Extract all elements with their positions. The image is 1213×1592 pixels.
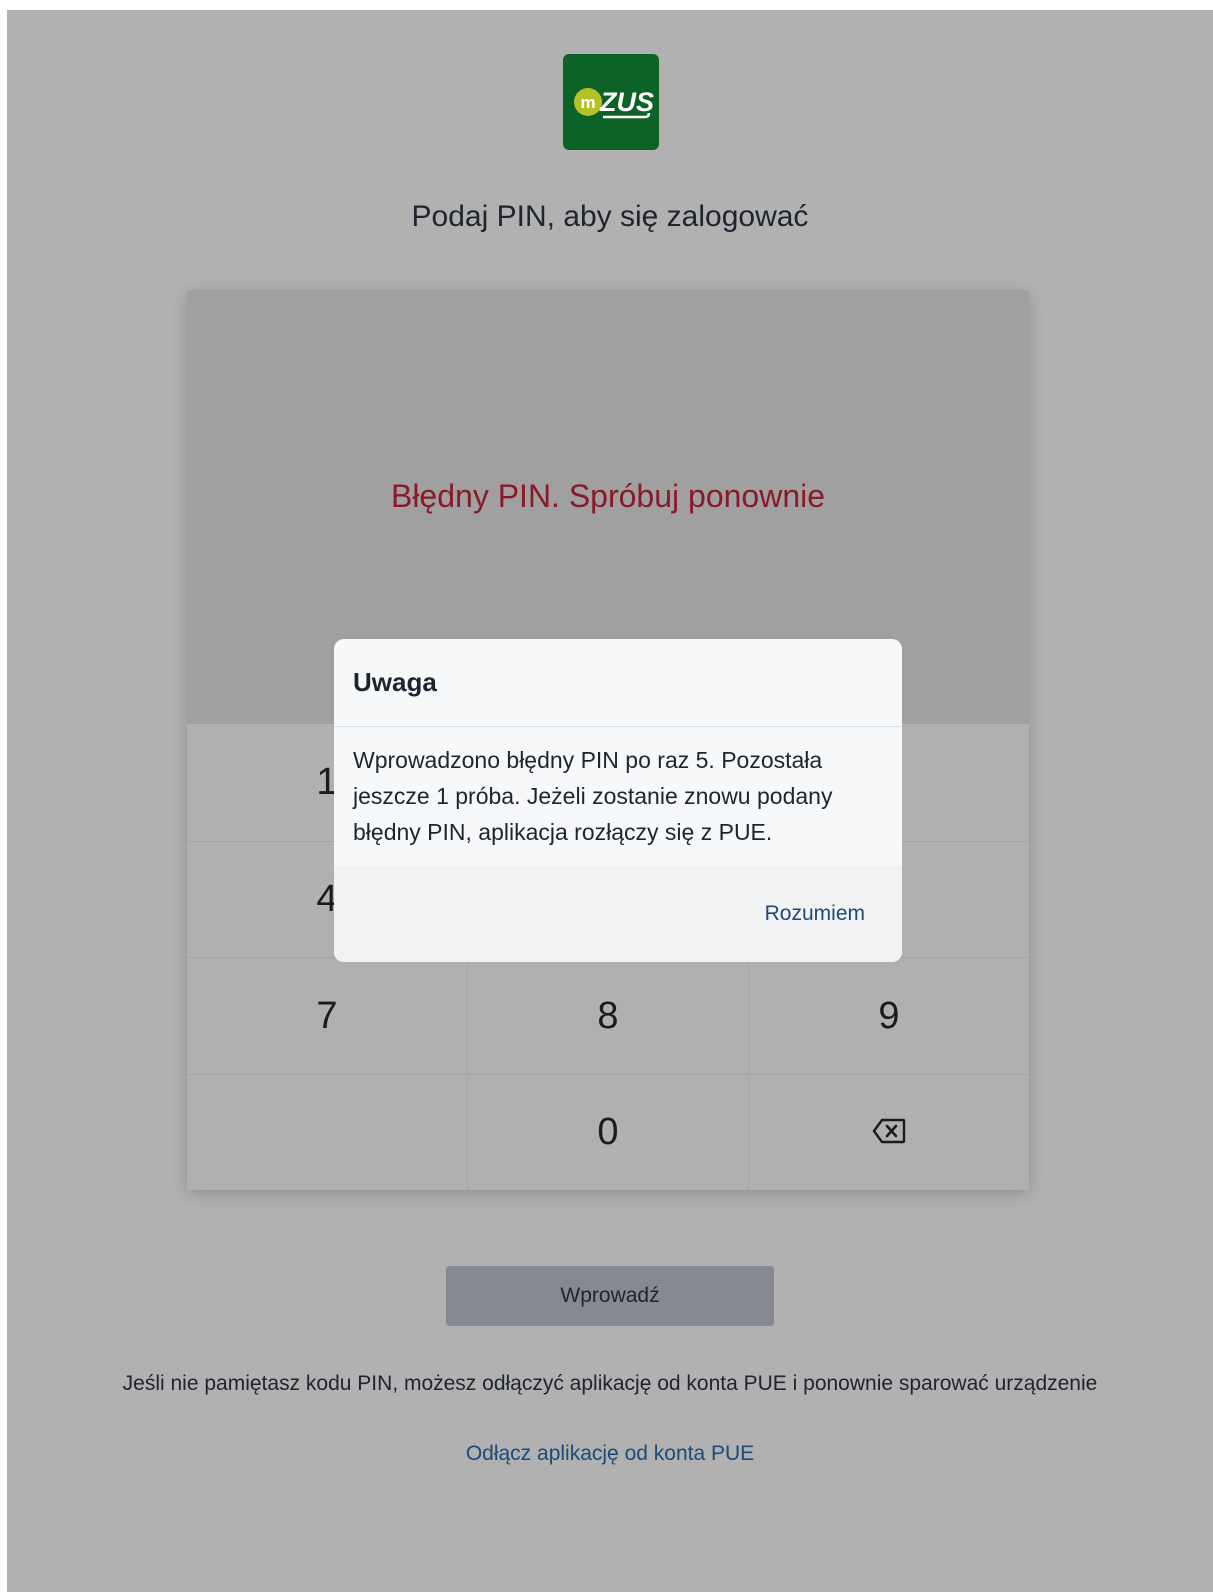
key-8[interactable]: 8 — [468, 958, 749, 1075]
backspace-key[interactable] — [749, 1075, 1029, 1190]
dialog-footer: Rozumiem — [334, 866, 902, 962]
key-0[interactable]: 0 — [468, 1075, 749, 1190]
backspace-icon — [872, 1111, 906, 1154]
submit-button[interactable]: Wprowadź — [446, 1266, 774, 1326]
pin-error-message: Błędny PIN. Spróbuj ponownie — [390, 478, 826, 514]
key-empty — [187, 1075, 468, 1190]
confirm-button[interactable]: Rozumiem — [765, 902, 865, 926]
login-screen: m ZUS Podaj PIN, aby się zalogować Błędn… — [7, 10, 1213, 1592]
dialog-divider — [334, 726, 902, 727]
mzus-logo: m ZUS — [563, 54, 659, 150]
forgot-pin-hint: Jeśli nie pamiętasz kodu PIN, możesz odł… — [122, 1372, 1098, 1395]
dialog-title: Uwaga — [353, 667, 437, 697]
key-7[interactable]: 7 — [187, 958, 468, 1075]
warning-dialog: Uwaga Wprowadzono błędny PIN po raz 5. P… — [334, 639, 902, 962]
page-title: Podaj PIN, aby się zalogować — [411, 200, 809, 233]
key-9[interactable]: 9 — [749, 958, 1029, 1075]
svg-text:m: m — [580, 93, 595, 112]
disconnect-account-link[interactable]: Odłącz aplikację od konta PUE — [7, 1442, 1213, 1466]
svg-text:ZUS: ZUS — [599, 87, 654, 117]
dialog-message: Wprowadzono błędny PIN po raz 5. Pozosta… — [353, 747, 833, 845]
